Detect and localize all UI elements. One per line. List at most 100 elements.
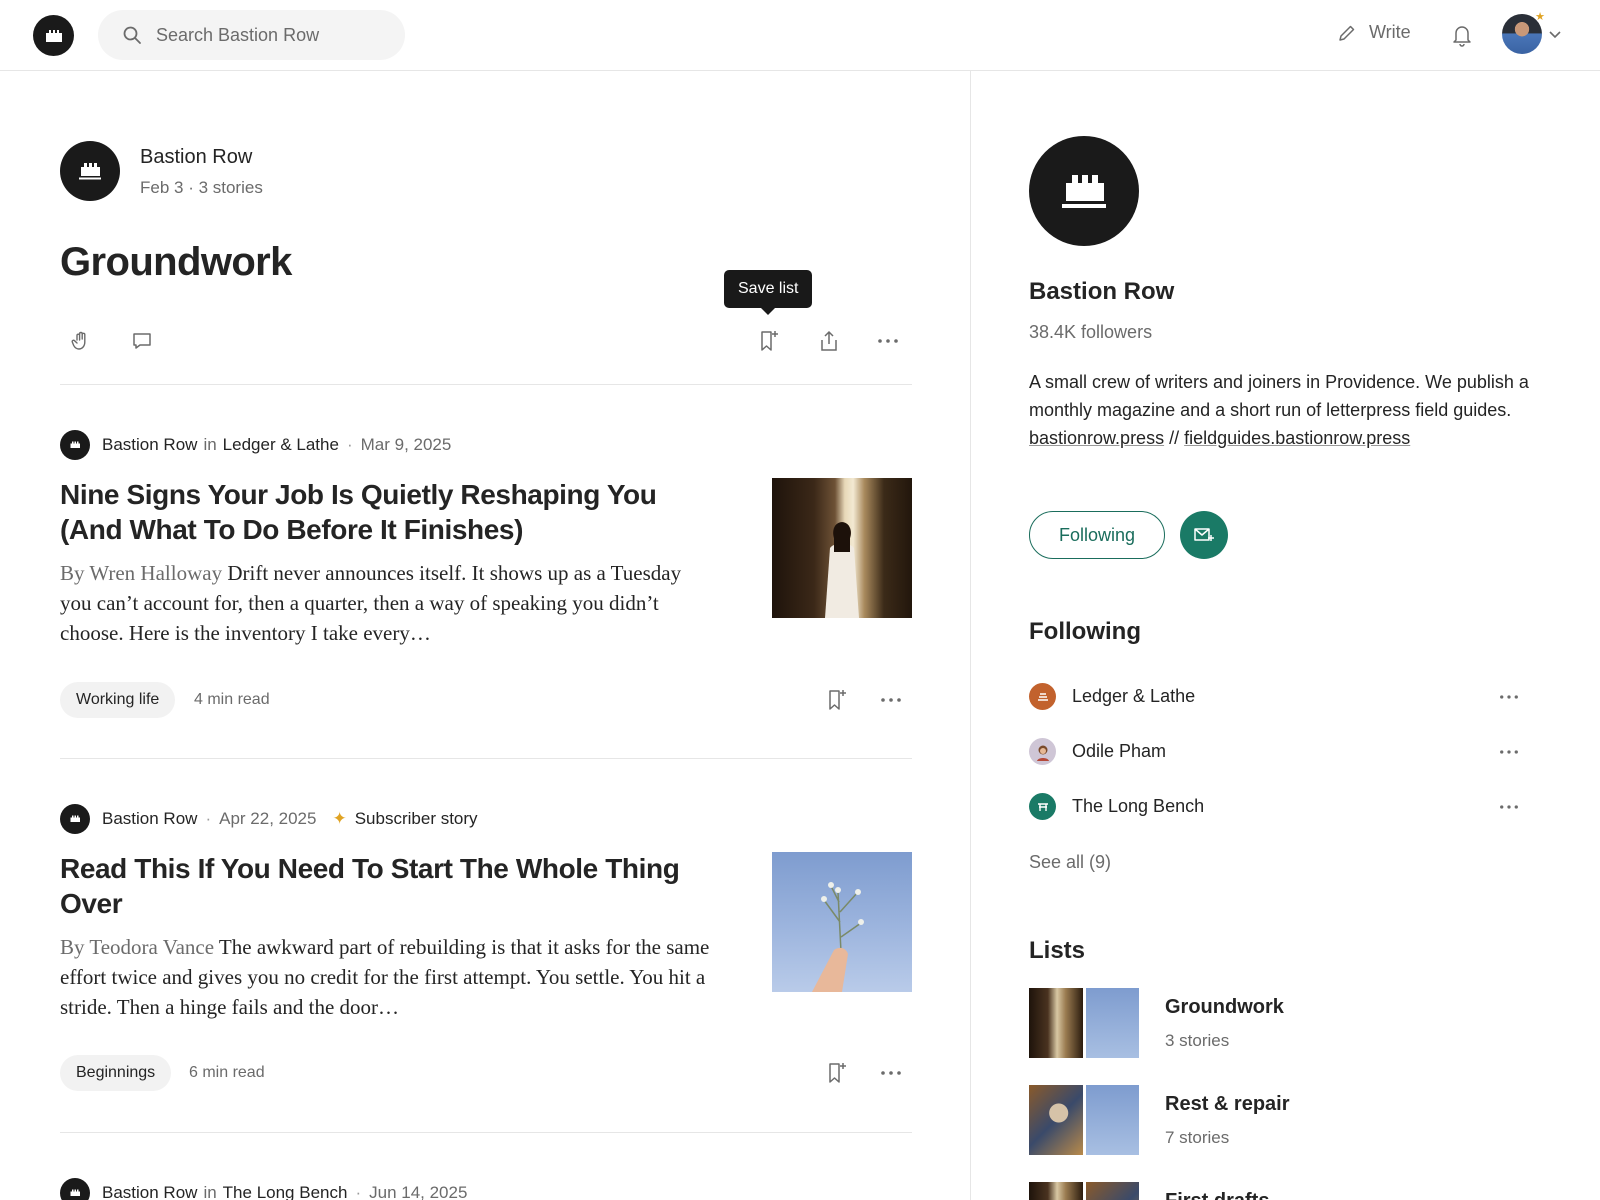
more-icon[interactable] bbox=[1499, 804, 1519, 810]
list-count: 7 stories bbox=[1165, 1128, 1230, 1147]
write-label: Write bbox=[1369, 22, 1411, 42]
bookmark-plus-icon bbox=[829, 690, 846, 710]
castle-icon bbox=[70, 441, 80, 448]
list-thumbnail bbox=[1085, 1182, 1139, 1200]
story-in-word: in bbox=[203, 435, 217, 454]
story-more-button[interactable] bbox=[878, 687, 904, 713]
castle-icon bbox=[45, 29, 62, 42]
list-thumbnail bbox=[1085, 1085, 1139, 1155]
bio-link[interactable]: bastionrow.press bbox=[1029, 428, 1164, 448]
save-list-button[interactable] bbox=[756, 328, 782, 354]
story-byline: Bastion Row in Ledger & Lathe · Mar 9, 2… bbox=[60, 430, 451, 460]
story-author[interactable]: Bastion Row bbox=[102, 809, 197, 829]
comment-button[interactable] bbox=[129, 328, 155, 354]
story-thumbnail[interactable] bbox=[772, 852, 912, 992]
author-avatar[interactable] bbox=[60, 804, 90, 834]
bio-link[interactable]: fieldguides.bastionrow.press bbox=[1184, 428, 1410, 448]
list-item[interactable]: First drafts bbox=[1029, 1182, 1269, 1200]
list-thumbnails bbox=[1029, 1085, 1139, 1155]
sidebar-publication-name[interactable]: Bastion Row bbox=[1029, 278, 1174, 306]
publication-bio: A small crew of writers and joiners in P… bbox=[1029, 368, 1529, 452]
topic-tag[interactable]: Beginnings bbox=[60, 1055, 172, 1091]
list-thumbnails bbox=[1029, 988, 1139, 1058]
castle-icon bbox=[70, 1189, 80, 1196]
publication-avatar[interactable] bbox=[60, 141, 120, 201]
list-title[interactable]: First drafts bbox=[1165, 1190, 1269, 1200]
more-icon bbox=[881, 698, 901, 702]
topic-tag[interactable]: Working life bbox=[60, 682, 176, 718]
list-item[interactable]: Rest & repair 7 stories bbox=[1029, 1085, 1290, 1155]
story-byline: Bastion Row in The Long Bench · Jun 14, … bbox=[60, 1178, 467, 1200]
more-icon bbox=[881, 1071, 901, 1075]
story-byline: Bastion Row · Apr 22, 2025 ✦ Subscriber … bbox=[60, 804, 478, 834]
divider bbox=[60, 758, 912, 759]
story-date: Mar 9, 2025 bbox=[360, 435, 452, 454]
site-logo[interactable] bbox=[33, 15, 74, 56]
story-more-button[interactable] bbox=[878, 1060, 904, 1086]
story-thumbnail[interactable] bbox=[772, 478, 912, 618]
page-title: Groundwork bbox=[60, 240, 292, 284]
story-author[interactable]: Bastion Row bbox=[102, 1183, 197, 1200]
story-excerpt[interactable]: By Teodora Vance The awkward part of reb… bbox=[60, 932, 710, 1022]
mail-plus-icon bbox=[1194, 528, 1214, 541]
chevron-down-icon bbox=[1549, 31, 1561, 39]
divider bbox=[60, 1132, 912, 1133]
story-byline-author: By Wren Halloway bbox=[60, 561, 223, 585]
list-title[interactable]: Rest & repair bbox=[1165, 1093, 1290, 1116]
story-title[interactable]: Nine Signs Your Job Is Quietly Reshaping… bbox=[60, 477, 720, 547]
more-icon[interactable] bbox=[1499, 749, 1519, 755]
avatar[interactable]: ★ bbox=[1502, 11, 1545, 54]
divider bbox=[60, 384, 912, 385]
bookmark-plus-icon bbox=[761, 331, 778, 351]
author-avatar[interactable] bbox=[60, 430, 90, 460]
star-icon: ✦ bbox=[332, 809, 347, 828]
more-button[interactable] bbox=[875, 328, 901, 354]
author-avatar[interactable] bbox=[60, 1178, 90, 1200]
see-all-link[interactable]: See all (9) bbox=[1029, 852, 1111, 873]
story-publication[interactable]: The Long Bench bbox=[223, 1183, 348, 1200]
following-name[interactable]: Odile Pham bbox=[1072, 741, 1166, 762]
separator: · bbox=[205, 809, 212, 828]
more-icon[interactable] bbox=[1499, 694, 1519, 700]
list-thumbnail bbox=[1085, 988, 1139, 1058]
save-story-button[interactable] bbox=[824, 1060, 850, 1086]
share-button[interactable] bbox=[816, 328, 842, 354]
clap-icon bbox=[71, 331, 86, 350]
account-menu[interactable]: ★ bbox=[1502, 11, 1562, 54]
followers-count[interactable]: 38.4K followers bbox=[1029, 322, 1152, 343]
following-button[interactable]: Following bbox=[1029, 511, 1165, 559]
list-title[interactable]: Groundwork bbox=[1165, 996, 1284, 1019]
write-button[interactable]: Write bbox=[1337, 22, 1411, 43]
publication-meta: Feb 3 · 3 stories bbox=[140, 178, 263, 197]
list-count: 3 stories bbox=[1165, 1031, 1230, 1050]
bio-link-separator: // bbox=[1169, 428, 1180, 448]
following-item[interactable]: Odile Pham bbox=[1029, 738, 1519, 765]
following-item[interactable]: The Long Bench bbox=[1029, 793, 1519, 820]
story-title[interactable]: Read This If You Need To Start The Whole… bbox=[60, 851, 720, 921]
castle-icon bbox=[79, 163, 101, 180]
more-icon bbox=[878, 339, 898, 343]
story-publication[interactable]: Ledger & Lathe bbox=[223, 435, 339, 455]
search-box[interactable] bbox=[98, 10, 405, 60]
save-story-button[interactable] bbox=[824, 687, 850, 713]
list-thumbnail bbox=[1029, 1182, 1083, 1200]
clap-button[interactable] bbox=[68, 328, 94, 354]
subscribe-email-button[interactable] bbox=[1180, 511, 1228, 559]
search-icon bbox=[123, 26, 141, 44]
following-name[interactable]: Ledger & Lathe bbox=[1072, 686, 1195, 707]
bookmark-plus-icon bbox=[829, 1063, 846, 1083]
publication-avatar-large[interactable] bbox=[1029, 136, 1139, 246]
read-time: 4 min read bbox=[194, 691, 270, 708]
story-author[interactable]: Bastion Row bbox=[102, 435, 197, 455]
notifications-button[interactable] bbox=[1451, 23, 1473, 47]
save-list-tooltip: Save list bbox=[724, 270, 813, 315]
story-excerpt[interactable]: By Wren Halloway Drift never announces i… bbox=[60, 558, 710, 648]
search-input[interactable] bbox=[156, 24, 386, 46]
list-item[interactable]: Groundwork 3 stories bbox=[1029, 988, 1284, 1058]
following-item[interactable]: Ledger & Lathe bbox=[1029, 683, 1519, 710]
following-name[interactable]: The Long Bench bbox=[1072, 796, 1204, 817]
publication-icon bbox=[1029, 793, 1056, 820]
publication-name[interactable]: Bastion Row bbox=[140, 146, 252, 169]
castle-icon bbox=[70, 815, 80, 822]
story-date: Apr 22, 2025 bbox=[219, 809, 317, 828]
